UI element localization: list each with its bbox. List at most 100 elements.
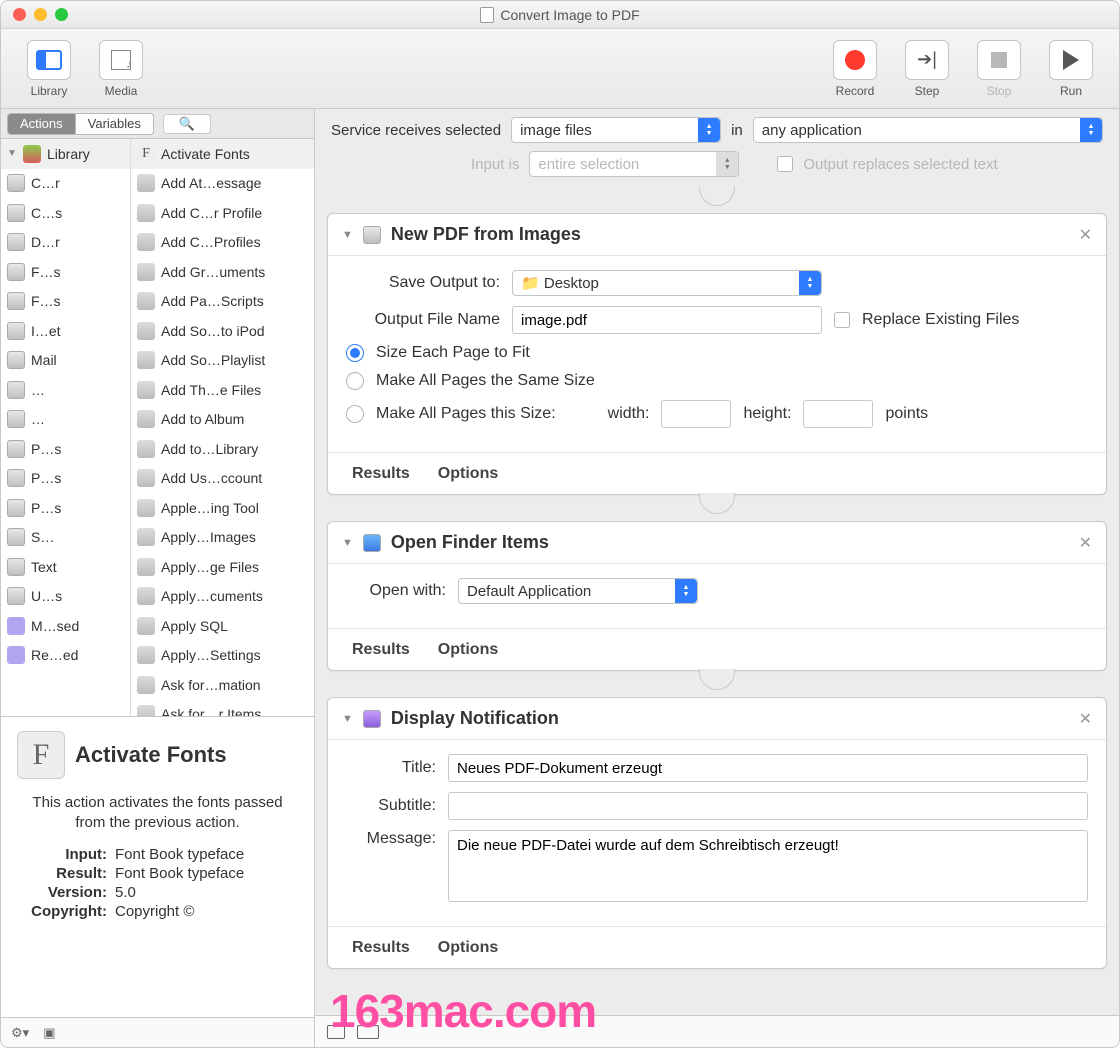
results-toggle[interactable]: Results (352, 939, 410, 957)
category-item[interactable]: P…s (1, 493, 130, 523)
category-item[interactable]: F…s (1, 257, 130, 287)
fontbook-icon: F (137, 145, 155, 163)
app-icon (7, 499, 25, 517)
record-icon (845, 50, 865, 70)
category-item[interactable]: U…s (1, 582, 130, 612)
app-icon (7, 587, 25, 605)
action-icon (137, 233, 155, 251)
action-item[interactable]: Apply…ge Files (131, 552, 314, 582)
remove-action-icon[interactable]: ✕ (1079, 225, 1092, 245)
category-item[interactable]: D…r (1, 228, 130, 258)
disclosure-icon[interactable]: ▼ (7, 148, 17, 159)
category-item[interactable]: M…sed (1, 611, 130, 641)
input-type-select[interactable]: image files (511, 117, 721, 143)
toggle-info-icon[interactable]: ▣ (43, 1025, 55, 1041)
action-icon (137, 558, 155, 576)
open-with-select[interactable]: Default Application (458, 578, 698, 604)
disclosure-icon[interactable]: ▼ (342, 229, 353, 241)
automator-window: Convert Image to PDF Library Media Recor… (0, 0, 1120, 1048)
action-item[interactable]: Add Gr…uments (131, 257, 314, 287)
action-item[interactable]: Apply SQL (131, 611, 314, 641)
output-replaces-checkbox (777, 156, 793, 172)
application-select[interactable]: any application (753, 117, 1103, 143)
action-item[interactable]: Apply…Settings (131, 641, 314, 671)
app-icon (7, 292, 25, 310)
category-item[interactable]: P…s (1, 464, 130, 494)
disclosure-icon[interactable]: ▼ (342, 537, 353, 549)
category-item[interactable]: … (1, 375, 130, 405)
width-input[interactable] (661, 400, 731, 428)
action-item[interactable]: Apply…Images (131, 523, 314, 553)
library-icon (23, 145, 41, 163)
options-toggle[interactable]: Options (438, 465, 498, 483)
zoom-icon[interactable] (55, 8, 68, 21)
category-item[interactable]: C…s (1, 198, 130, 228)
close-icon[interactable] (13, 8, 26, 21)
search-input[interactable]: 🔍 (163, 114, 211, 134)
replace-files-checkbox[interactable] (834, 312, 850, 328)
action-icon (137, 381, 155, 399)
tab-variables[interactable]: Variables (75, 114, 153, 134)
notification-subtitle-input[interactable] (448, 792, 1088, 820)
size-fit-radio[interactable] (346, 344, 364, 362)
workflow-area[interactable]: ▼ New PDF from Images ✕ Save Output to: … (315, 187, 1119, 1015)
action-info: FActivate Fonts This action activates th… (1, 717, 314, 1017)
action-item[interactable]: Ask for…r Items (131, 700, 314, 717)
category-item[interactable]: F…s (1, 287, 130, 317)
height-input[interactable] (803, 400, 873, 428)
minimize-icon[interactable] (34, 8, 47, 21)
options-toggle[interactable]: Options (438, 641, 498, 659)
options-toggle[interactable]: Options (438, 939, 498, 957)
action-item[interactable]: Add Us…ccount (131, 464, 314, 494)
action-item[interactable]: Add So…to iPod (131, 316, 314, 346)
library-toggle[interactable]: Library (13, 40, 85, 98)
action-icon (137, 322, 155, 340)
action-icon (137, 351, 155, 369)
save-output-select[interactable]: 📁 Desktop (512, 270, 822, 296)
fontbook-large-icon: F (17, 731, 65, 779)
category-item[interactable]: Re…ed (1, 641, 130, 671)
app-icon (7, 204, 25, 222)
action-item[interactable]: Add to Album (131, 405, 314, 435)
gear-icon[interactable]: ⚙︎▾ (11, 1025, 29, 1041)
results-toggle[interactable]: Results (352, 641, 410, 659)
output-filename-input[interactable] (512, 306, 822, 334)
notification-message-input[interactable] (448, 830, 1088, 902)
workflow-view-icon[interactable] (327, 1025, 345, 1039)
size-custom-radio[interactable] (346, 405, 364, 423)
category-item[interactable]: P…s (1, 434, 130, 464)
size-same-radio[interactable] (346, 372, 364, 390)
step-button[interactable]: ➔| Step (891, 40, 963, 98)
remove-action-icon[interactable]: ✕ (1079, 533, 1092, 553)
action-item[interactable]: Add to…Library (131, 434, 314, 464)
log-view-icon[interactable] (357, 1025, 379, 1039)
action-item[interactable]: Add So…Playlist (131, 346, 314, 376)
remove-action-icon[interactable]: ✕ (1079, 709, 1092, 729)
action-item[interactable]: Apply…cuments (131, 582, 314, 612)
service-config: Service receives selected image files in… (315, 109, 1119, 187)
action-item[interactable]: Add At…essage (131, 169, 314, 199)
action-item[interactable]: Add Th…e Files (131, 375, 314, 405)
run-button[interactable]: Run (1035, 40, 1107, 98)
notification-title-input[interactable] (448, 754, 1088, 782)
action-item[interactable]: Add C…Profiles (131, 228, 314, 258)
record-button[interactable]: Record (819, 40, 891, 98)
category-item[interactable]: Mail (1, 346, 130, 376)
category-item[interactable]: S… (1, 523, 130, 553)
disclosure-icon[interactable]: ▼ (342, 713, 353, 725)
category-item[interactable]: I…et (1, 316, 130, 346)
category-item[interactable]: Text (1, 552, 130, 582)
action-item[interactable]: Ask for…mation (131, 670, 314, 700)
media-button[interactable]: Media (85, 40, 157, 98)
action-list[interactable]: FActivate Fonts Add At…essageAdd C…r Pro… (131, 139, 314, 716)
action-item[interactable]: Apple…ing Tool (131, 493, 314, 523)
action-item[interactable]: Add C…r Profile (131, 198, 314, 228)
tab-actions[interactable]: Actions (8, 114, 75, 134)
category-list[interactable]: ▼Library C…rC…sD…rF…sF…sI…etMail……P…sP…s… (1, 139, 131, 716)
category-item[interactable]: C…r (1, 169, 130, 199)
results-toggle[interactable]: Results (352, 465, 410, 483)
action-icon (137, 469, 155, 487)
action-icon (137, 676, 155, 694)
category-item[interactable]: … (1, 405, 130, 435)
action-item[interactable]: Add Pa…Scripts (131, 287, 314, 317)
